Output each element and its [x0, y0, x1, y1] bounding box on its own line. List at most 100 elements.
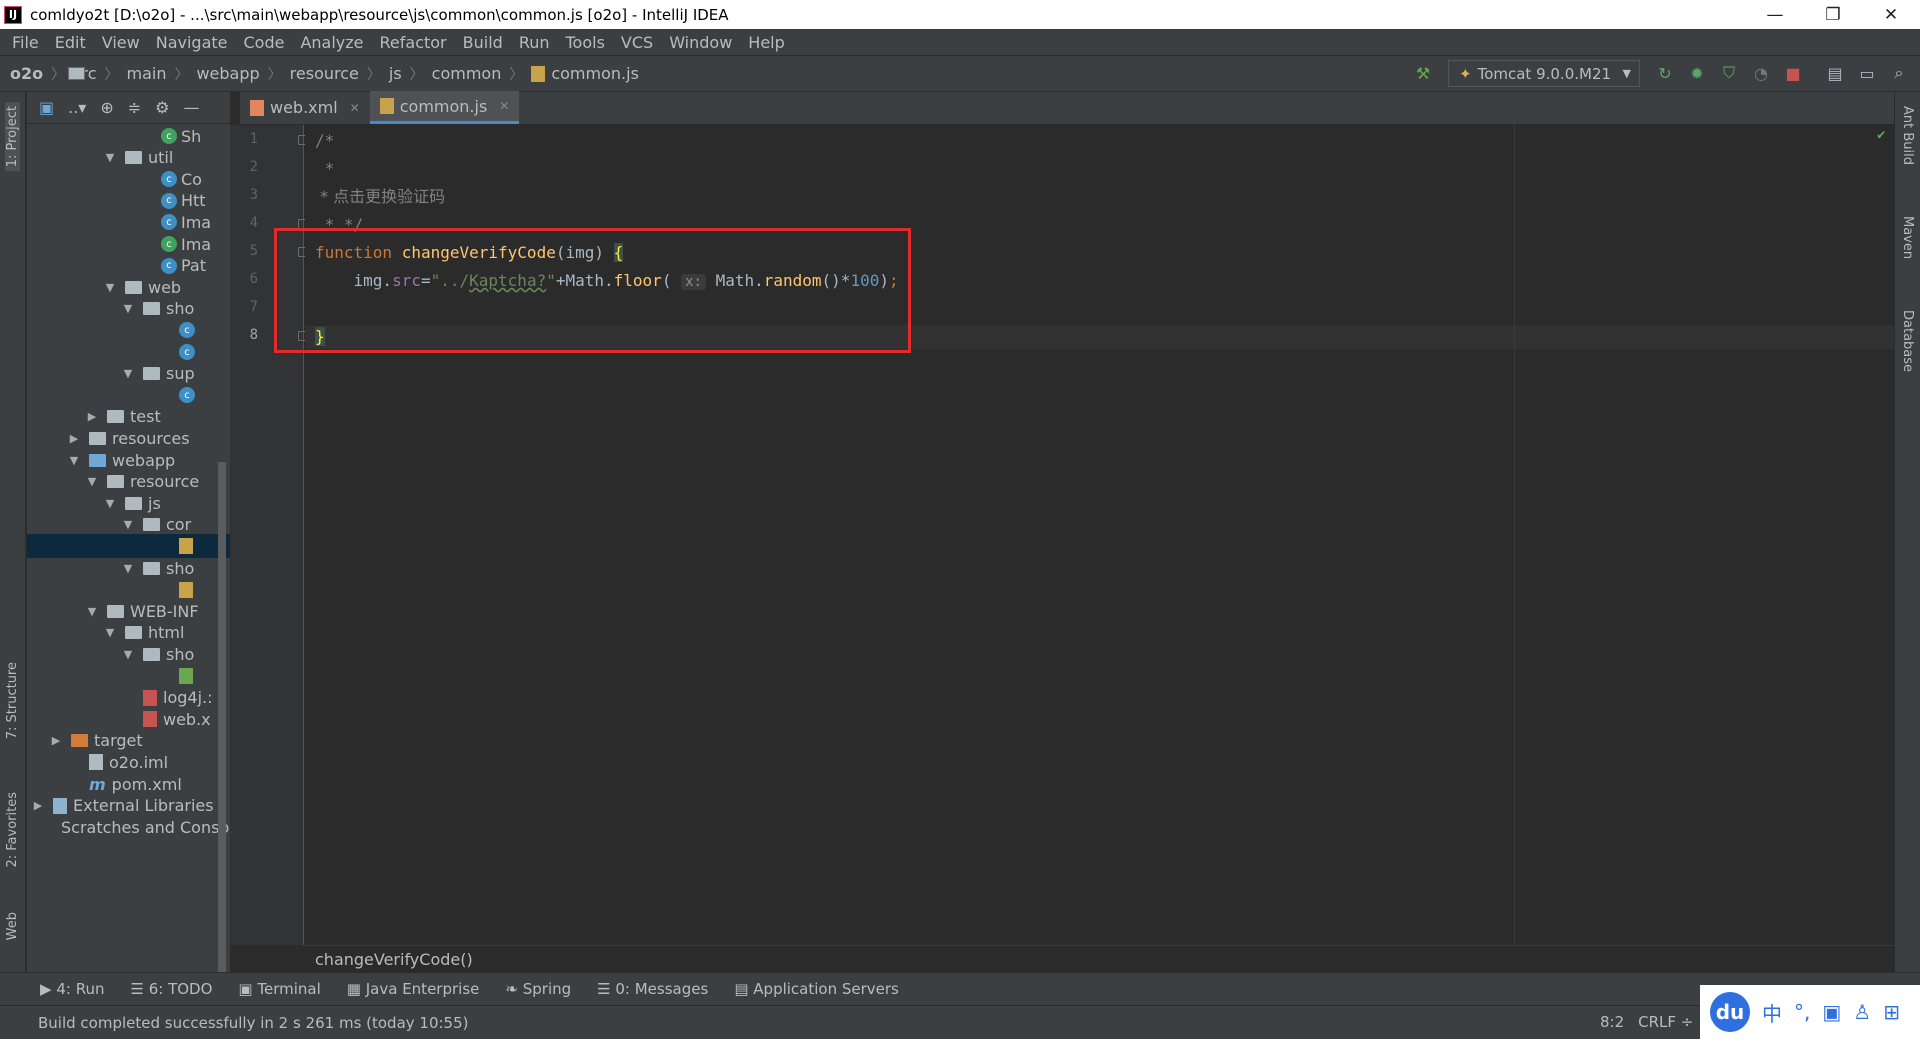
inspection-ok-icon[interactable]: ✔ [1877, 127, 1885, 143]
restore-button[interactable]: ❐ [1804, 0, 1862, 29]
chevron-right-icon[interactable]: ▶ [31, 799, 45, 812]
tree-item[interactable]: ▶ target [27, 729, 230, 753]
tree-item[interactable]: c [27, 383, 230, 407]
menu-analyze[interactable]: Analyze [292, 33, 371, 52]
breadcrumb-js[interactable]: js 〉 [68, 64, 432, 84]
maven-tool-tab[interactable]: Maven [1900, 216, 1915, 259]
java-enterprise-tool-button[interactable]: ▦ Java Enterprise [347, 980, 480, 998]
terminal-tool-button[interactable]: ▣ Terminal [238, 980, 320, 998]
close-button[interactable]: ✕ [1862, 0, 1920, 29]
search-icon[interactable]: ⌕ [1890, 63, 1908, 82]
status-message[interactable]: Build completed successfully in 2 s 261 … [38, 1014, 469, 1032]
tree-item[interactable]: c Htt [27, 189, 230, 213]
structure-tool-tab[interactable]: 7: Structure [5, 662, 20, 739]
tree-item[interactable]: ▶ resources [27, 426, 230, 450]
web-tool-tab[interactable]: Web [5, 912, 20, 940]
run-configuration-dropdown[interactable]: ✦ Tomcat 9.0.0.M21 ▼ [1448, 60, 1640, 87]
ant-build-tool-tab[interactable]: Ant Build [1900, 106, 1915, 165]
tree-item[interactable]: o2o.iml [27, 750, 230, 774]
project-view-dropdown[interactable]: ..▾ [68, 98, 86, 117]
tree-item[interactable]: ▼ WEB-INF [27, 599, 230, 623]
ime-menu-icon[interactable]: ⊞ [1883, 1000, 1900, 1024]
tree-item[interactable]: ▼ sho [27, 642, 230, 666]
gear-icon[interactable]: ⚙ [155, 98, 169, 117]
tree-item[interactable]: c Sh [27, 124, 230, 148]
menu-window[interactable]: Window [661, 33, 740, 52]
debug-icon[interactable]: ✹ [1688, 64, 1706, 83]
menu-edit[interactable]: Edit [47, 33, 94, 52]
tree-item[interactable]: c [27, 340, 230, 364]
tree-item[interactable]: ▼ sup [27, 362, 230, 386]
menu-build[interactable]: Build [455, 33, 511, 52]
messages-tool-button[interactable]: ☰ 0: Messages [597, 980, 708, 998]
tab-common-js[interactable]: common.js ✕ [369, 91, 520, 124]
hide-icon[interactable]: — [183, 98, 199, 117]
chevron-down-icon[interactable]: ▼ [121, 302, 135, 315]
chevron-down-icon[interactable]: ▼ [85, 475, 99, 488]
favorites-tool-tab[interactable]: 2: Favorites [5, 792, 20, 868]
ime-keyboard-icon[interactable]: ▣ [1822, 1000, 1841, 1024]
tree-item[interactable]: ▶ External Libraries [27, 794, 230, 818]
tree-scrollbar[interactable] [218, 462, 226, 972]
database-tool-tab[interactable]: Database [1900, 310, 1915, 372]
tree-item[interactable]: c [27, 318, 230, 342]
coverage-icon[interactable]: ⛉ [1720, 63, 1738, 82]
tree-item[interactable]: c Ima [27, 210, 230, 234]
chevron-down-icon[interactable]: ▼ [121, 648, 135, 661]
menu-vcs[interactable]: VCS [613, 33, 661, 52]
spring-tool-button[interactable]: ❧ Spring [505, 980, 571, 998]
tree-item[interactable]: c Pat [27, 254, 230, 278]
chevron-right-icon[interactable]: ▶ [85, 410, 99, 423]
baidu-ime-logo[interactable]: du [1710, 992, 1750, 1032]
menu-help[interactable]: Help [740, 33, 792, 52]
minimize-button[interactable]: — [1746, 0, 1804, 29]
chevron-down-icon[interactable]: ▼ [121, 518, 135, 531]
tree-item[interactable]: ▼ cor [27, 513, 230, 537]
chevron-down-icon[interactable]: ▼ [67, 454, 81, 467]
project-structure-icon[interactable]: ▤ [1826, 64, 1844, 83]
project-view-icon[interactable]: ▣ [39, 98, 54, 117]
tree-item[interactable]: ▼ resource [27, 470, 230, 494]
close-icon[interactable]: ✕ [350, 101, 360, 115]
tree-item[interactable]: ▼ js [27, 491, 230, 515]
tree-item[interactable]: ▼ sho [27, 556, 230, 580]
breadcrumb-o2o[interactable]: o2o 〉 [10, 64, 85, 84]
chevron-down-icon[interactable]: ▼ [103, 151, 117, 164]
tab-web-xml[interactable]: web.xml ✕ [240, 91, 370, 124]
application-servers-tool-button[interactable]: ▤ Application Servers [734, 980, 899, 998]
menu-file[interactable]: File [4, 33, 47, 52]
editor-breadcrumb-function[interactable]: changeVerifyCode() [315, 950, 473, 969]
caret-position[interactable]: 8:2 [1600, 1013, 1624, 1031]
todo-tool-button[interactable]: ☰ 6: TODO [130, 980, 212, 998]
ime-punctuation-toggle[interactable]: °, [1794, 1000, 1810, 1024]
tree-item[interactable]: ▼ webapp [27, 448, 230, 472]
collapse-all-icon[interactable]: ≑ [128, 98, 141, 117]
tree-item[interactable]: m pom.xml [27, 772, 230, 796]
build-hammer-icon[interactable]: ⚒ [1414, 64, 1432, 83]
chevron-down-icon[interactable]: ▼ [103, 626, 117, 639]
tree-item[interactable]: c Ima [27, 232, 230, 256]
tree-item[interactable]: ▼ util [27, 146, 230, 170]
menu-tools[interactable]: Tools [558, 33, 613, 52]
breadcrumb-main[interactable]: main 〉 [68, 64, 196, 84]
menu-refactor[interactable]: Refactor [372, 33, 455, 52]
chevron-down-icon[interactable]: ▼ [103, 497, 117, 510]
breadcrumb-webapp[interactable]: webapp 〉 [68, 64, 289, 84]
line-separator[interactable]: CRLF ÷ [1638, 1013, 1693, 1031]
chevron-down-icon[interactable]: ▼ [103, 281, 117, 294]
stop-icon[interactable]: ■ [1784, 64, 1802, 83]
menu-view[interactable]: View [94, 33, 148, 52]
tree-item[interactable]: ▼ sho [27, 297, 230, 321]
tree-item[interactable]: web.x [27, 707, 230, 731]
ime-language-toggle[interactable]: 中 [1762, 998, 1782, 1027]
menu-navigate[interactable]: Navigate [148, 33, 236, 52]
tree-item[interactable]: ▼ web [27, 275, 230, 299]
tree-item[interactable]: Scratches and Consol [27, 815, 230, 839]
ime-user-icon[interactable]: ♙ [1853, 1000, 1871, 1024]
tree-item[interactable]: c Co [27, 167, 230, 191]
close-icon[interactable]: ✕ [499, 99, 509, 113]
breadcrumb-common[interactable]: common 〉 [68, 64, 532, 84]
breadcrumb-resource[interactable]: resource 〉 [68, 64, 389, 84]
tree-item[interactable] [27, 534, 230, 559]
chevron-right-icon[interactable]: ▶ [49, 734, 63, 747]
